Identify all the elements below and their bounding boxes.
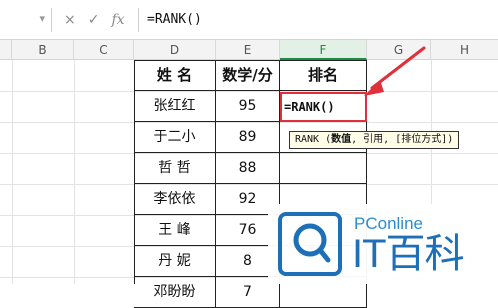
watermark: PConline IT百科 [268, 204, 498, 284]
insert-function-icon[interactable]: fx [111, 10, 124, 30]
name-cell[interactable]: 丹 妮 [134, 246, 216, 277]
chevron-down-icon[interactable]: ▾ [39, 12, 45, 25]
score-cell[interactable]: 95 [216, 91, 280, 122]
name-cell[interactable]: 于二小 [134, 122, 216, 153]
column-header-h[interactable]: H [431, 40, 498, 60]
name-cell[interactable]: 王 峰 [134, 215, 216, 246]
formula-input[interactable]: =RANK() [138, 8, 498, 32]
column-header-f[interactable]: F [280, 40, 367, 60]
name-cell[interactable]: 李依依 [134, 184, 216, 215]
corner-cell[interactable] [0, 40, 12, 60]
column-header-c[interactable]: C [74, 40, 134, 60]
tooltip-function: RANK ( [295, 134, 332, 145]
column-header-b[interactable]: B [12, 40, 74, 60]
active-cell-input[interactable]: =RANK() [284, 96, 335, 118]
annotation-arrow-icon [364, 46, 426, 96]
column-header-e[interactable]: E [216, 40, 280, 60]
name-cell[interactable]: 张红红 [134, 91, 216, 122]
tooltip-current-arg[interactable]: 数值 [331, 134, 351, 145]
cancel-icon[interactable]: × [64, 10, 76, 30]
function-tooltip: RANK (数值, 引用, [排位方式]) [289, 131, 460, 149]
header-name-cell[interactable]: 姓 名 [134, 60, 216, 91]
column-header-d[interactable]: D [134, 40, 216, 60]
watermark-title: IT百科 [352, 232, 465, 276]
formula-bar: ▾ × ✓ fx =RANK() [0, 0, 498, 40]
pconline-logo-icon [278, 212, 342, 276]
score-cell[interactable]: 88 [216, 153, 280, 184]
watermark-brand: PConline [354, 214, 423, 233]
rank-cell[interactable] [280, 153, 367, 184]
confirm-icon[interactable]: ✓ [88, 10, 100, 30]
name-cell[interactable]: 哲 哲 [134, 153, 216, 184]
header-score-cell[interactable]: 数学/分 [216, 60, 280, 91]
header-rank-cell[interactable]: 排名 [280, 60, 367, 91]
name-box[interactable]: ▾ [0, 8, 52, 32]
name-cell[interactable]: 邓盼盼 [134, 277, 216, 308]
tooltip-remaining-args: , 引用, [排位方式]) [351, 134, 454, 145]
score-cell[interactable]: 89 [216, 122, 280, 153]
